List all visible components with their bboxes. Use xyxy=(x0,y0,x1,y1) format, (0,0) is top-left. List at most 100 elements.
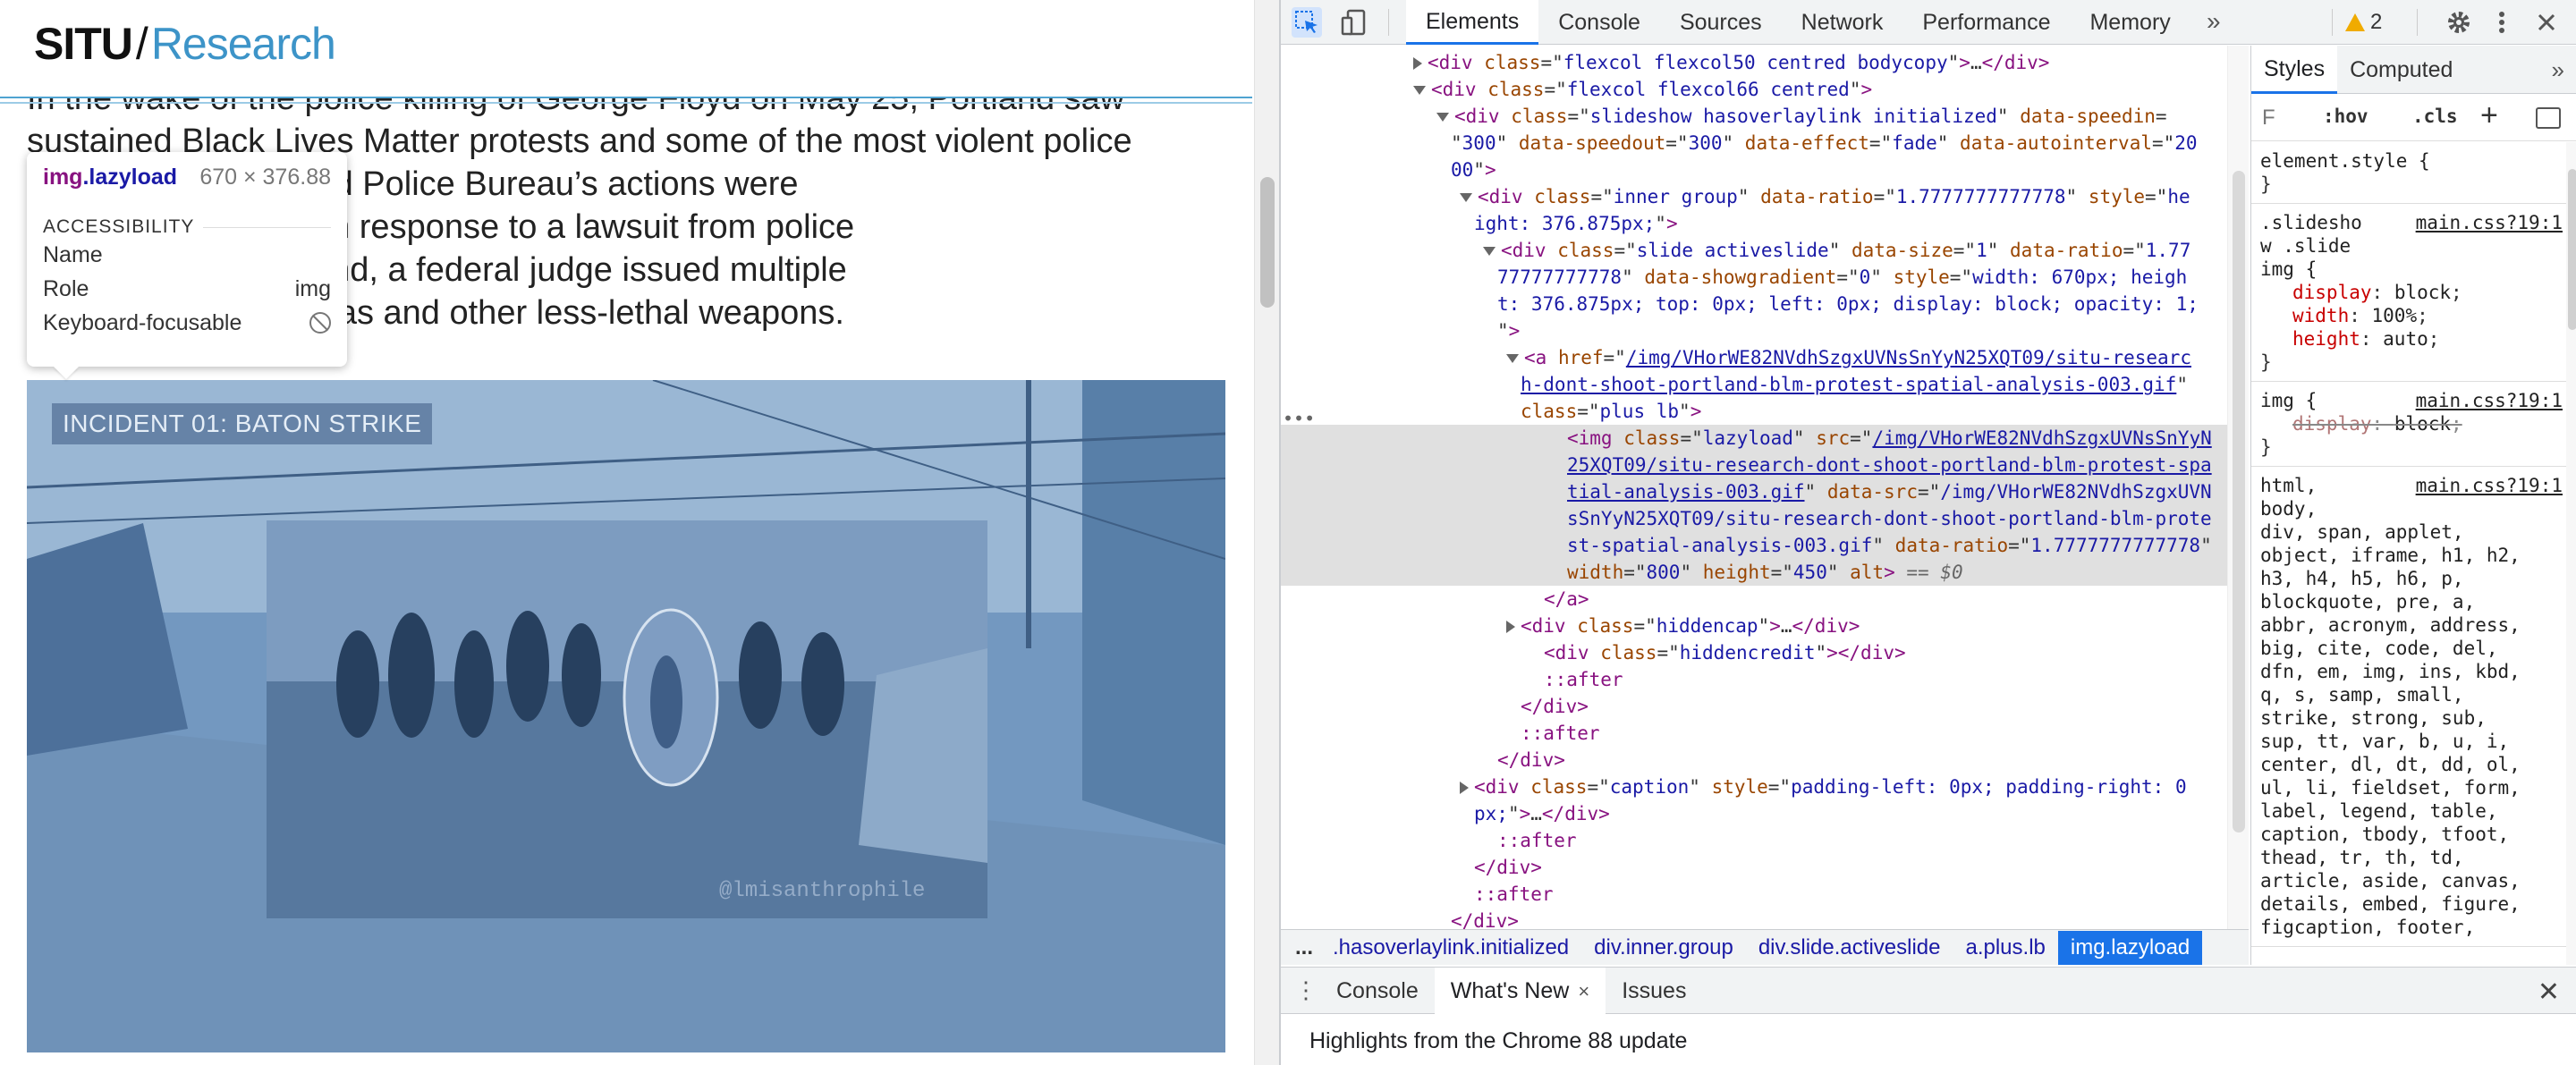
dom-node[interactable]: <div class="flexcol flexcol50 centred bo… xyxy=(1281,49,2229,76)
tab-console[interactable]: Console xyxy=(1538,0,1660,45)
collapse-arrow-icon[interactable] xyxy=(1506,354,1519,363)
dom-node[interactable]: "300" data-speedout="300" data-effect="f… xyxy=(1281,130,2229,156)
collapse-arrow-icon[interactable] xyxy=(1413,86,1426,95)
dom-node[interactable]: ::after xyxy=(1281,881,2229,908)
dom-node-selected[interactable]: tial-analysis-003.gif" data-src="/img/VH… xyxy=(1281,478,2229,505)
dom-node[interactable]: "> xyxy=(1281,317,2229,344)
collapse-arrow-icon[interactable] xyxy=(1460,193,1472,202)
dom-node[interactable]: <a href="/img/VHorWE82NVdhSzgxUVNsSnYyN2… xyxy=(1281,344,2229,371)
page-scrollbar[interactable] xyxy=(1254,0,1279,1065)
expand-arrow-icon[interactable] xyxy=(1506,621,1515,633)
dom-node[interactable]: 77777777778" data-showgradient="0" style… xyxy=(1281,264,2229,291)
style-rule[interactable]: img {main.css?19:1 display: block;} xyxy=(2251,382,2566,467)
rule-source-link[interactable]: main.css?19:1 xyxy=(2416,474,2563,497)
breadcrumb-item[interactable]: div.inner.group xyxy=(1581,931,1746,965)
tab-sources[interactable]: Sources xyxy=(1660,0,1782,45)
dom-node[interactable]: px;">…</div> xyxy=(1281,800,2229,827)
more-panes-button[interactable]: » xyxy=(2552,46,2564,94)
elements-tree[interactable]: <div class="flexcol flexcol50 centred bo… xyxy=(1281,46,2249,929)
dom-node[interactable]: <div class="caption" style="padding-left… xyxy=(1281,773,2229,800)
tab-elements[interactable]: Elements xyxy=(1406,0,1539,45)
warnings-badge[interactable]: 2 xyxy=(2345,7,2382,38)
page-scrollbar-thumb[interactable] xyxy=(1260,177,1275,308)
dom-node[interactable]: </div> xyxy=(1281,908,2229,929)
rule-close-brace: } xyxy=(2260,173,2272,195)
device-toolbar-icon[interactable] xyxy=(1340,7,1370,38)
style-rule[interactable]: html, body, div, span, applet, object, i… xyxy=(2251,467,2566,947)
close-tab-icon[interactable]: × xyxy=(1578,980,1589,1002)
devtools-tabs: Elements Console Sources Network Perform… xyxy=(1406,0,2190,45)
dom-node[interactable]: t: 376.875px; top: 0px; left: 0px; displ… xyxy=(1281,291,2229,317)
dom-node[interactable]: ::after xyxy=(1281,666,2229,693)
dom-node[interactable]: <div class="hiddencap">…</div> xyxy=(1281,613,2229,639)
rule-source-link[interactable]: main.css?19:1 xyxy=(2416,211,2563,234)
style-declaration[interactable]: width: 100%; xyxy=(2260,304,2566,327)
more-tabs-button[interactable]: » xyxy=(2207,0,2221,45)
drawer-tab-whats-new[interactable]: What's New × xyxy=(1434,967,1606,1014)
dom-node[interactable]: h-dont-shoot-portland-blm-protest-spatia… xyxy=(1281,371,2229,398)
tab-styles[interactable]: Styles xyxy=(2251,46,2338,94)
dom-node-selected[interactable]: width="800" height="450" alt> == $0 xyxy=(1281,559,2229,586)
style-declaration[interactable]: display: block; xyxy=(2260,412,2566,435)
collapse-arrow-icon[interactable] xyxy=(1483,247,1496,256)
style-declaration[interactable]: height: auto; xyxy=(2260,327,2566,351)
tooltip-element-name: img.lazyload xyxy=(43,165,178,190)
dom-node[interactable]: </a> xyxy=(1281,586,2229,613)
tab-memory[interactable]: Memory xyxy=(2070,0,2190,45)
drawer-tab-issues[interactable]: Issues xyxy=(1606,968,1702,1014)
dom-node[interactable]: </div> xyxy=(1281,854,2229,881)
hov-toggle[interactable]: :hov xyxy=(2323,106,2368,127)
dom-node[interactable]: ::after xyxy=(1281,720,2229,747)
breadcrumb-item[interactable]: .hasoverlaylink.initialized xyxy=(1320,931,1581,965)
cls-toggle[interactable]: .cls xyxy=(2412,106,2458,127)
new-style-rule-button[interactable]: + xyxy=(2480,98,2498,133)
selected-node-ellipsis[interactable]: ••• xyxy=(1283,408,1315,429)
styles-filter-input[interactable]: F xyxy=(2262,106,2275,131)
close-icon[interactable] xyxy=(2531,7,2562,38)
styles-scrollbar-thumb[interactable] xyxy=(2568,169,2576,330)
breadcrumb-item-selected[interactable]: img.lazyload xyxy=(2057,930,2203,965)
dom-node[interactable]: <div class="slideshow hasoverlaylink ini… xyxy=(1281,103,2229,130)
expand-arrow-icon[interactable] xyxy=(1460,782,1469,794)
tooltip-row-keyboard: Keyboard-focusable xyxy=(43,306,331,340)
dom-node[interactable]: <div class="slide activeslide" data-size… xyxy=(1281,237,2229,264)
elements-scrollbar[interactable] xyxy=(2227,46,2249,929)
tab-performance[interactable]: Performance xyxy=(1902,0,2070,45)
gear-icon[interactable] xyxy=(2444,7,2474,38)
incident-label: INCIDENT 01: BATON STRIKE xyxy=(52,403,433,444)
dom-node[interactable]: <div class="flexcol flexcol66 centred"> xyxy=(1281,76,2229,103)
dom-node-selected[interactable]: 25XQT09/situ-research-dont-shoot-portlan… xyxy=(1281,452,2229,478)
dom-node[interactable]: ight: 376.875px;"> xyxy=(1281,210,2229,237)
breadcrumb-item[interactable]: a.plus.lb xyxy=(1953,931,2057,965)
style-declaration[interactable]: display: block; xyxy=(2260,281,2566,304)
tab-network[interactable]: Network xyxy=(1782,0,1903,45)
dom-node[interactable]: 00"> xyxy=(1281,156,2229,183)
elements-scrollbar-thumb[interactable] xyxy=(2233,171,2245,833)
tab-computed[interactable]: Computed xyxy=(2337,46,2465,94)
toggle-sidebar-icon[interactable] xyxy=(2536,107,2561,129)
rule-source-link[interactable]: main.css?19:1 xyxy=(2416,389,2563,412)
breadcrumb-ellipsis[interactable]: ... xyxy=(1281,935,1320,960)
style-rule[interactable]: .slidesho w .slide img {main.css?19:1 dis… xyxy=(2251,204,2566,382)
dom-node-selected[interactable]: <img class="lazyload" src="/img/VHorWE82… xyxy=(1281,425,2229,452)
styles-scrollbar[interactable] xyxy=(2566,142,2576,965)
drawer-tab-console[interactable]: Console xyxy=(1320,968,1435,1014)
close-drawer-icon[interactable]: ✕ xyxy=(2538,976,2560,1008)
collapse-arrow-icon[interactable] xyxy=(1436,113,1449,122)
dom-node[interactable]: </div> xyxy=(1281,747,2229,773)
dom-node[interactable]: class="plus lb"> xyxy=(1281,398,2229,425)
inspect-icon[interactable] xyxy=(1292,7,1322,38)
style-rule[interactable]: element.style {} xyxy=(2251,142,2566,204)
site-logo[interactable]: SITU/Research xyxy=(34,13,336,75)
dom-node[interactable]: </div> xyxy=(1281,693,2229,720)
dom-node-selected[interactable]: sSnYyN25XQT09/situ-research-dont-shoot-p… xyxy=(1281,505,2229,532)
kebab-menu-icon[interactable] xyxy=(2487,7,2517,38)
dom-node-selected[interactable]: st-spatial-analysis-003.gif" data-ratio=… xyxy=(1281,532,2229,559)
breadcrumb-item[interactable]: div.slide.activeslide xyxy=(1746,931,1953,965)
drawer-menu-icon[interactable]: ⋮ xyxy=(1292,976,1320,1004)
dom-node[interactable]: <div class="inner group" data-ratio="1.7… xyxy=(1281,183,2229,210)
slideshow-image[interactable]: INCIDENT 01: BATON STRIKE @lmisanthrophi… xyxy=(27,380,1225,1052)
dom-node[interactable]: ::after xyxy=(1281,827,2229,854)
expand-arrow-icon[interactable] xyxy=(1413,57,1422,70)
dom-node[interactable]: <div class="hiddencredit"></div> xyxy=(1281,639,2229,666)
